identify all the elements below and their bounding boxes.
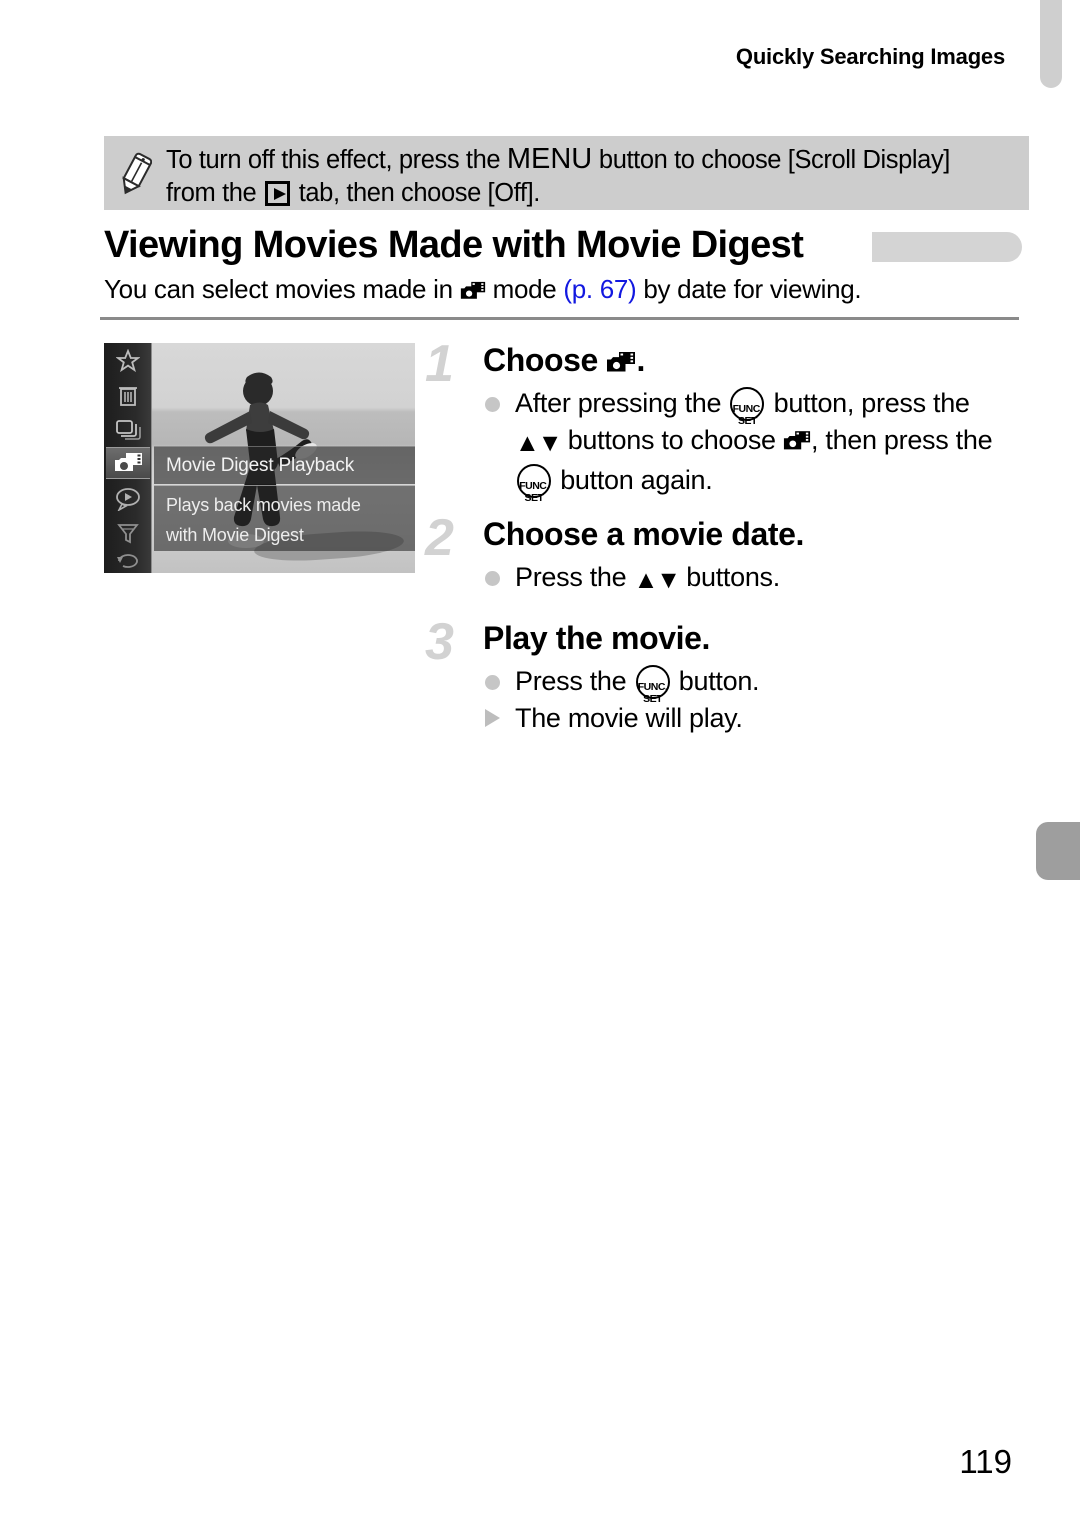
menu-description-line-2: with Movie Digest bbox=[166, 525, 304, 545]
step-body: Press the ▲▼ buttons. bbox=[483, 560, 1025, 598]
step-line: The movie will play. bbox=[483, 701, 1025, 736]
step-text: buttons. bbox=[679, 562, 780, 592]
running-header: Quickly Searching Images bbox=[735, 44, 1005, 69]
image-stack-icon[interactable] bbox=[108, 413, 148, 445]
step-text: The movie will play. bbox=[515, 703, 743, 733]
note-text: To turn off this effect, press the MENU … bbox=[166, 136, 1029, 210]
note-line1-pre: To turn off this effect, press the bbox=[166, 146, 507, 174]
up-down-buttons-icon: ▲▼ bbox=[633, 566, 681, 594]
menu-description-line-1: Plays back movies made bbox=[166, 495, 361, 515]
step-body: After pressing the FUNC. SET button, pres… bbox=[483, 386, 1025, 504]
step-title-text: Play the movie. bbox=[483, 620, 710, 656]
page-number: 119 bbox=[959, 1443, 1012, 1480]
rotate-icon[interactable] bbox=[108, 545, 148, 573]
section-divider bbox=[100, 317, 1019, 320]
step-3: 3 Play the movie. Press the FUNC. SET butto… bbox=[425, 616, 1025, 736]
movie-digest-icon bbox=[606, 341, 636, 372]
section-subtitle: You can select movies made in mode (p. 6… bbox=[104, 274, 862, 305]
step-title: Play the movie. bbox=[483, 616, 1025, 660]
movie-digest-icon bbox=[460, 274, 486, 304]
subtitle-pre: You can select movies made in bbox=[104, 274, 460, 304]
step-title-suffix: . bbox=[636, 342, 645, 378]
step-line: After pressing the FUNC. SET button, pres… bbox=[483, 386, 1025, 427]
bullet-dot-icon bbox=[485, 571, 500, 586]
note-line2-pre: from the bbox=[166, 179, 264, 207]
step-text: button again. bbox=[553, 465, 713, 495]
bullet-dot-icon bbox=[485, 397, 500, 412]
step-text: Press the bbox=[515, 666, 634, 696]
trash-icon[interactable] bbox=[108, 379, 148, 411]
step-text: buttons to choose bbox=[560, 425, 783, 455]
camera-menu-sidebar bbox=[104, 343, 152, 573]
step-number: 3 bbox=[425, 613, 454, 671]
camera-screen-figure: Movie Digest Playback Plays back movies … bbox=[104, 343, 415, 573]
note-line1-post: button to choose [Scroll Display] bbox=[592, 146, 950, 174]
subtitle-post: by date for viewing. bbox=[636, 274, 862, 304]
func-set-button-icon: FUNC. SET bbox=[635, 665, 670, 705]
step-text: button. bbox=[671, 666, 760, 696]
note-line2-post: tab, then choose [Off]. bbox=[292, 179, 541, 207]
func-set-button-icon: FUNC. SET bbox=[730, 387, 765, 427]
pencil-icon bbox=[104, 136, 166, 210]
step-number: 2 bbox=[425, 509, 454, 567]
step-2: 2 Choose a movie date. Press the ▲▼ button… bbox=[425, 512, 1025, 598]
step-line: ▲▼ buttons to choose , then press the bbox=[483, 423, 1025, 461]
chapter-tab-top bbox=[1040, 0, 1062, 88]
up-down-buttons-icon: ▲▼ bbox=[515, 429, 562, 457]
star-icon[interactable] bbox=[108, 345, 148, 377]
chapter-tab-side bbox=[1036, 822, 1080, 880]
page-title: Viewing Movies Made with Movie Digest bbox=[104, 224, 804, 266]
bullet-dot-icon bbox=[485, 675, 500, 690]
menu-button-label: MENU bbox=[506, 143, 593, 175]
instruction-steps: 1 Choose . After pressing the FUNC. SET but… bbox=[425, 338, 1025, 740]
subtitle-mid: mode bbox=[485, 274, 564, 304]
step-title-text: Choose a movie date. bbox=[483, 516, 804, 552]
movie-digest-icon[interactable] bbox=[106, 447, 150, 479]
heading-accent-bar bbox=[872, 232, 1022, 262]
step-title-text: Choose bbox=[483, 342, 607, 378]
step-title: Choose . bbox=[483, 338, 1025, 382]
note-box: To turn off this effect, press the MENU … bbox=[104, 136, 1029, 210]
speech-bubble-play-icon[interactable] bbox=[108, 483, 148, 515]
bullet-triangle-icon bbox=[485, 709, 500, 727]
page-reference-link[interactable]: (p. 67) bbox=[563, 274, 636, 304]
movie-digest-icon bbox=[460, 277, 486, 299]
movie-digest-icon bbox=[783, 426, 811, 450]
menu-item-description: Plays back movies made with Movie Digest bbox=[154, 485, 415, 551]
func-set-button-icon: FUNC. SET bbox=[517, 464, 551, 504]
step-1: 1 Choose . After pressing the FUNC. SET but… bbox=[425, 335, 1025, 504]
playback-tab-icon bbox=[265, 181, 291, 206]
menu-item-title: Movie Digest Playback bbox=[154, 446, 415, 484]
step-text: , then press the bbox=[810, 425, 993, 455]
step-text: After pressing the bbox=[515, 388, 729, 418]
step-number: 1 bbox=[425, 335, 454, 393]
step-line: Press the FUNC. SET button. bbox=[483, 664, 1025, 705]
step-line: Press the ▲▼ buttons. bbox=[483, 560, 1025, 598]
step-line: FUNC. SET button again. bbox=[483, 463, 1025, 504]
step-text: Press the bbox=[515, 562, 634, 592]
step-body: Press the FUNC. SET button. The movie will… bbox=[483, 664, 1025, 736]
step-title: Choose a movie date. bbox=[483, 512, 1025, 556]
step-text: button, press the bbox=[766, 388, 970, 418]
